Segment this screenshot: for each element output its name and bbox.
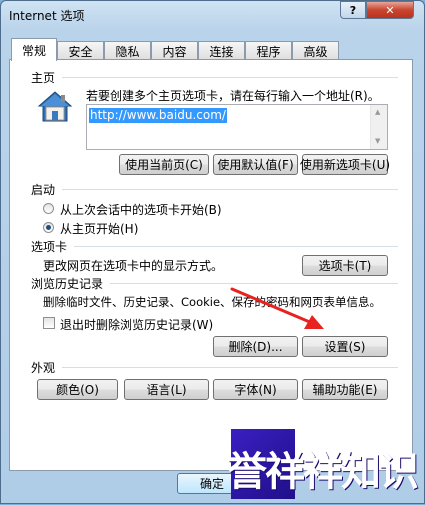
radio-last-session-label: 从上次会话中的选项卡开始(B) xyxy=(60,203,222,217)
watermark-logo: 誉祥祥知识 xyxy=(223,421,425,505)
delete-on-exit-label: 退出时删除浏览历史记录(W) xyxy=(60,318,214,332)
home-section-label: 主页 xyxy=(31,71,56,85)
tabs-description: 更改网页在选项卡中的显示方式。 xyxy=(43,259,224,273)
fonts-button[interactable]: 字体(N) xyxy=(213,379,298,400)
tab-general[interactable]: 常规 xyxy=(11,38,57,61)
scroll-down-icon[interactable]: ▼ xyxy=(375,137,380,145)
home-icon xyxy=(37,91,73,122)
radio-last-session[interactable] xyxy=(43,203,54,214)
tab-security[interactable]: 安全 xyxy=(57,41,104,60)
help-button[interactable]: ? xyxy=(340,1,366,19)
tab-advanced[interactable]: 高级 xyxy=(292,41,339,60)
startup-section-label: 启动 xyxy=(31,183,56,197)
languages-button[interactable]: 语言(L) xyxy=(124,379,209,400)
use-default-button[interactable]: 使用默认值(F) xyxy=(213,154,298,175)
appearance-section-label: 外观 xyxy=(31,361,56,375)
history-settings-button[interactable]: 设置(S) xyxy=(302,336,388,357)
divider xyxy=(62,189,398,190)
tab-programs[interactable]: 程序 xyxy=(245,41,292,60)
tabs-settings-button[interactable]: 选项卡(T) xyxy=(302,255,388,276)
home-url-value: http://www.baidu.com/ xyxy=(89,108,227,123)
history-section-label: 浏览历史记录 xyxy=(31,277,104,291)
annotation-arrow-icon xyxy=(230,287,324,329)
divider xyxy=(62,77,398,78)
internet-options-window: Internet 选项 ? ✕ 常规 安全 隐私 内容 连接 程序 高级 主页 … xyxy=(0,0,425,504)
radio-home-page-label: 从主页开始(H) xyxy=(60,222,139,236)
tab-connections[interactable]: 连接 xyxy=(198,41,245,60)
textarea-scrollbar[interactable]: ▲ ▼ xyxy=(370,105,387,149)
delete-on-exit-checkbox[interactable] xyxy=(43,317,55,329)
tabs-section-label: 选项卡 xyxy=(31,240,68,254)
radio-home-page[interactable] xyxy=(43,222,54,233)
general-tab-panel: 主页 若要创建多个主页选项卡，请在每行输入一个地址(R)。 http://www… xyxy=(9,59,413,471)
tab-privacy[interactable]: 隐私 xyxy=(104,41,151,60)
divider xyxy=(74,246,398,247)
use-current-button[interactable]: 使用当前页(C) xyxy=(119,154,209,175)
watermark-text: 誉祥祥知识 xyxy=(227,449,419,495)
window-title: Internet 选项 xyxy=(9,9,85,23)
tab-content[interactable]: 内容 xyxy=(151,41,198,60)
divider xyxy=(62,367,398,368)
home-description: 若要创建多个主页选项卡，请在每行输入一个地址(R)。 xyxy=(86,89,380,103)
home-url-textarea[interactable]: http://www.baidu.com/ ▲ ▼ xyxy=(86,104,388,150)
colors-button[interactable]: 颜色(O) xyxy=(37,379,118,400)
scroll-up-icon[interactable]: ▲ xyxy=(375,108,380,116)
close-button[interactable]: ✕ xyxy=(366,1,414,19)
use-new-tab-button[interactable]: 使用新选项卡(U) xyxy=(300,154,390,175)
accessibility-button[interactable]: 辅助功能(E) xyxy=(302,379,388,400)
delete-history-button[interactable]: 删除(D)... xyxy=(213,336,298,357)
